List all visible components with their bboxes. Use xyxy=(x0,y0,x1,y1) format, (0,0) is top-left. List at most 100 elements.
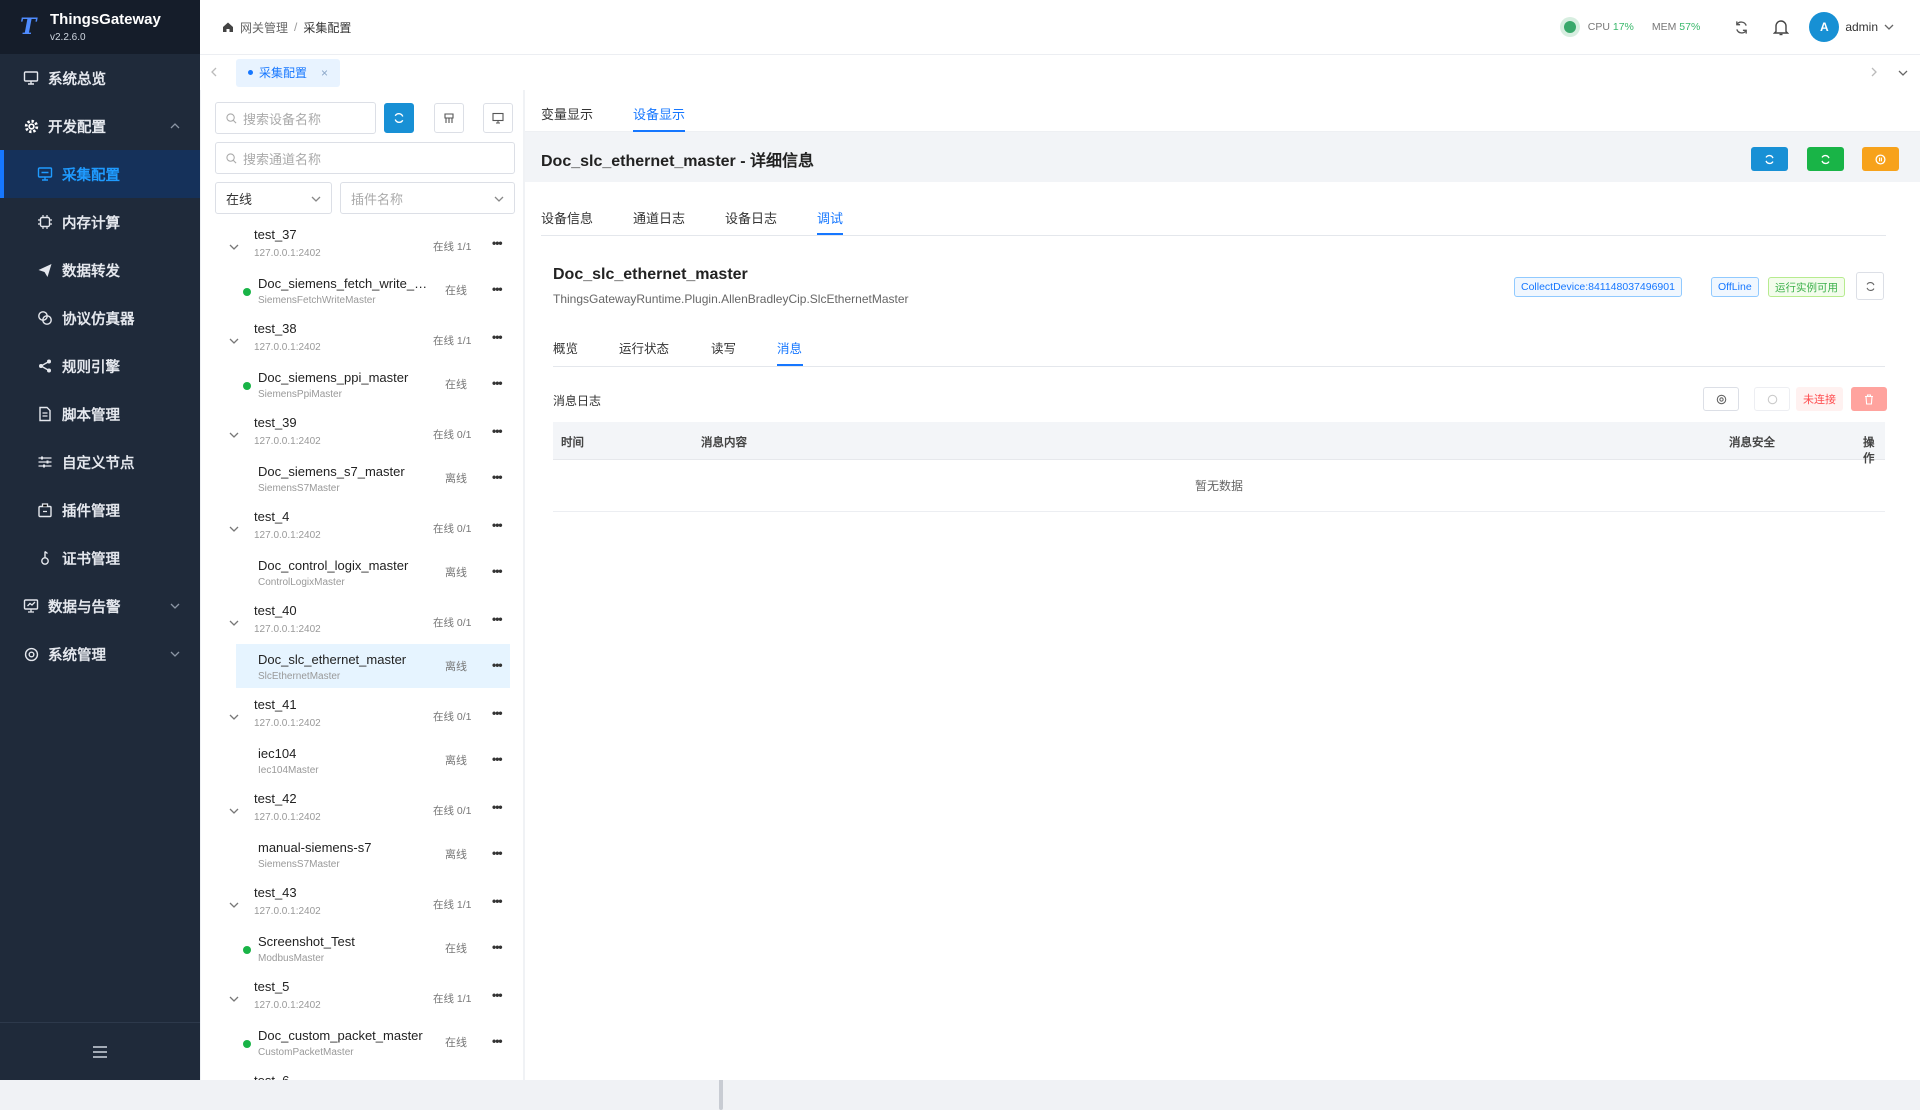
device-item[interactable]: Screenshot_Test ModbusMaster 在线 ••• xyxy=(236,926,510,970)
channel-row[interactable]: test_5 127.0.0.1:2402 在线 1/1 ••• xyxy=(201,973,511,1020)
chevron-down-icon[interactable] xyxy=(1898,68,1908,78)
tab-collect-config[interactable]: 采集配置 × xyxy=(236,58,341,87)
device-item[interactable]: Doc_siemens_s7_master SiemensS7Master 离线 ••… xyxy=(236,456,510,500)
close-icon[interactable]: × xyxy=(321,66,328,80)
device-item[interactable]: Doc_siemens_ppi_master SiemensPpiMaster 在线… xyxy=(236,362,510,406)
view-toggle-button[interactable] xyxy=(483,103,513,133)
chevron-down-icon[interactable] xyxy=(229,900,239,910)
channel-row[interactable]: test_43 127.0.0.1:2402 在线 1/1 ••• xyxy=(201,879,511,926)
tab-channel-log[interactable]: 通道日志 xyxy=(633,208,685,227)
chevron-down-icon[interactable] xyxy=(229,524,239,534)
chevron-down-icon[interactable] xyxy=(229,618,239,628)
sidebar-item-script-manage[interactable]: 脚本管理 xyxy=(0,390,200,438)
channel-row[interactable]: test_39 127.0.0.1:2402 在线 0/1 ••• xyxy=(201,409,511,456)
more-icon[interactable]: ••• xyxy=(492,518,503,532)
tab-message[interactable]: 消息 xyxy=(777,338,802,357)
more-icon[interactable]: ••• xyxy=(492,752,503,766)
tab-overview[interactable]: 概览 xyxy=(553,338,578,357)
pause-button[interactable] xyxy=(1862,147,1899,171)
collapse-menu-button[interactable] xyxy=(0,1022,200,1080)
sidebar-item-overview[interactable]: 系统总览 xyxy=(0,54,200,102)
user-name[interactable]: admin xyxy=(1845,20,1878,34)
more-icon[interactable]: ••• xyxy=(492,424,503,438)
more-icon[interactable]: ••• xyxy=(492,658,503,672)
more-icon[interactable]: ••• xyxy=(492,612,503,626)
device-item[interactable]: Doc_control_logix_master ControlLogixMast… xyxy=(236,550,510,594)
channel-row[interactable]: test_38 127.0.0.1:2402 在线 1/1 ••• xyxy=(201,315,511,362)
more-icon[interactable]: ••• xyxy=(492,470,503,484)
tab-device-log[interactable]: 设备日志 xyxy=(725,208,777,227)
more-icon[interactable]: ••• xyxy=(492,1034,503,1048)
more-icon[interactable]: ••• xyxy=(492,846,503,860)
more-icon[interactable]: ••• xyxy=(492,800,503,814)
device-item[interactable]: iec104 Iec104Master 离线 ••• xyxy=(236,738,510,782)
sidebar-item-rule-engine[interactable]: 规则引擎 xyxy=(0,342,200,390)
tab-read-write[interactable]: 读写 xyxy=(711,338,736,357)
more-icon[interactable]: ••• xyxy=(492,894,503,908)
refresh-icon[interactable] xyxy=(1734,20,1749,35)
home-icon[interactable] xyxy=(222,21,234,33)
tab-variable-display[interactable]: 变量显示 xyxy=(541,104,593,123)
sidebar-item-simulator[interactable]: 协议仿真器 xyxy=(0,294,200,342)
sidebar-item-cert-manage[interactable]: 证书管理 xyxy=(0,534,200,582)
device-item[interactable]: Doc_siemens_fetch_write_master SiemensFet… xyxy=(236,268,510,312)
breadcrumb-separator: / xyxy=(294,20,298,34)
channel-row[interactable]: test_42 127.0.0.1:2402 在线 0/1 ••• xyxy=(201,785,511,832)
device-item[interactable]: manual-siemens-s7 SiemensS7Master 离线 ••• xyxy=(236,832,510,876)
tab-run-status[interactable]: 运行状态 xyxy=(619,338,669,357)
more-icon[interactable]: ••• xyxy=(492,236,503,250)
more-icon[interactable]: ••• xyxy=(492,940,503,954)
avatar[interactable]: A xyxy=(1809,12,1840,42)
chevron-down-icon[interactable] xyxy=(229,336,239,346)
channel-row[interactable]: test_4 127.0.0.1:2402 在线 0/1 ••• xyxy=(201,503,511,550)
device-item[interactable]: Doc_slc_ethernet_master SlcEthernetMaster… xyxy=(236,644,510,688)
more-icon[interactable]: ••• xyxy=(492,376,503,390)
chevron-down-icon[interactable] xyxy=(229,806,239,816)
channel-row[interactable]: test_6 xyxy=(201,1067,511,1080)
device-item[interactable]: Doc_custom_packet_master CustomPacketMast… xyxy=(236,1020,510,1064)
sidebar-item-plugin-manage[interactable]: 插件管理 xyxy=(0,486,200,534)
chevron-right-icon[interactable] xyxy=(1870,67,1878,77)
status-filter-select[interactable]: 在线 xyxy=(215,182,332,214)
sidebar-item-system-manage[interactable]: 系统管理 xyxy=(0,630,200,678)
chevron-down-icon[interactable] xyxy=(229,712,239,722)
tab-device-info[interactable]: 设备信息 xyxy=(541,208,593,227)
more-icon[interactable]: ••• xyxy=(492,282,503,296)
refresh-button[interactable] xyxy=(384,103,414,133)
device-plugin: ControlLogixMaster xyxy=(258,577,345,588)
search-channel-input[interactable]: 搜索通道名称 xyxy=(215,142,515,174)
chevron-down-icon[interactable] xyxy=(229,430,239,440)
settings-button[interactable] xyxy=(1703,387,1739,411)
device-refresh-button[interactable] xyxy=(1856,272,1884,300)
search-device-input[interactable]: 搜索设备名称 xyxy=(215,102,376,134)
sidebar-item-custom-node[interactable]: 自定义节点 xyxy=(0,438,200,486)
sidebar-item-memory-compute[interactable]: 内存计算 xyxy=(0,198,200,246)
sidebar-item-data-forward[interactable]: 数据转发 xyxy=(0,246,200,294)
sidebar-item-data-alarm[interactable]: 数据与告警 xyxy=(0,582,200,630)
chevron-left-icon[interactable] xyxy=(210,67,218,77)
channel-row[interactable]: test_40 127.0.0.1:2402 在线 0/1 ••• xyxy=(201,597,511,644)
plugin-filter-select[interactable]: 插件名称 xyxy=(340,182,515,214)
more-icon[interactable]: ••• xyxy=(492,330,503,344)
sidebar-item-collect-config[interactable]: 采集配置 xyxy=(0,150,200,198)
tab-device-display[interactable]: 设备显示 xyxy=(633,104,685,123)
bell-icon[interactable] xyxy=(1773,19,1790,36)
chevron-down-icon[interactable] xyxy=(229,242,239,252)
sidebar-item-dev-config[interactable]: 开发配置 xyxy=(0,102,200,150)
tab-debug[interactable]: 调试 xyxy=(817,208,843,227)
device-plugin: SiemensPpiMaster xyxy=(258,389,342,400)
status-badge: OffLine xyxy=(1711,277,1759,297)
delete-button[interactable] xyxy=(1851,387,1887,411)
restart-button[interactable] xyxy=(1807,147,1844,171)
refresh-button[interactable] xyxy=(1751,147,1788,171)
clear-button[interactable] xyxy=(434,103,464,133)
more-icon[interactable]: ••• xyxy=(492,988,503,1002)
chevron-down-icon[interactable] xyxy=(229,994,239,1004)
channel-row[interactable]: test_37 127.0.0.1:2402 在线 1/1 ••• xyxy=(201,221,511,268)
channel-row[interactable]: test_41 127.0.0.1:2402 在线 0/1 ••• xyxy=(201,691,511,738)
connect-button[interactable] xyxy=(1754,387,1790,411)
more-icon[interactable]: ••• xyxy=(492,706,503,720)
more-icon[interactable]: ••• xyxy=(492,564,503,578)
chevron-down-icon[interactable] xyxy=(1884,22,1894,32)
breadcrumb-item[interactable]: 网关管理 xyxy=(240,19,288,36)
